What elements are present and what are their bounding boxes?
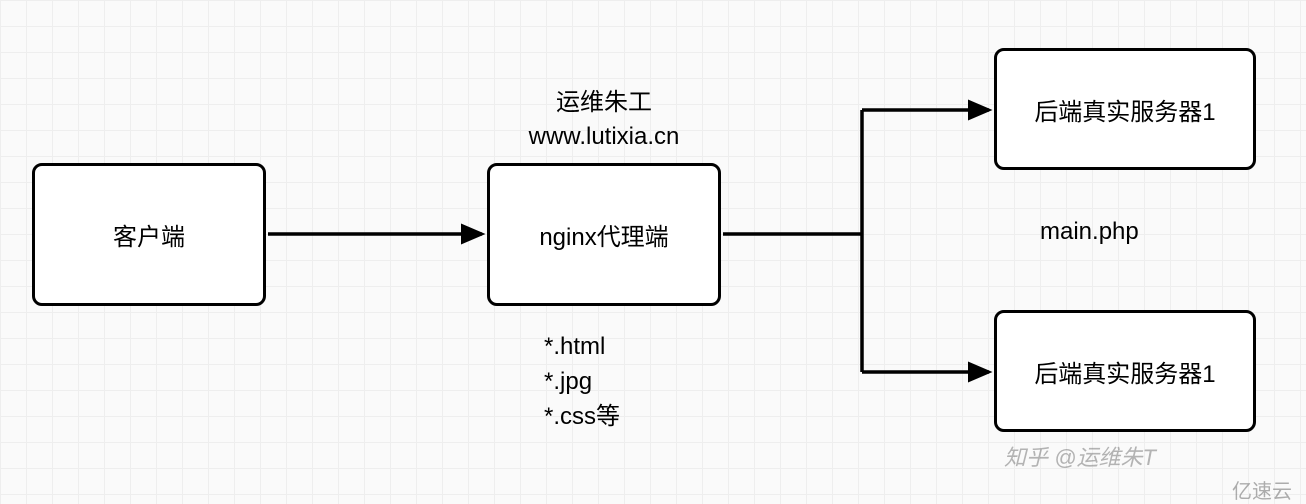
proxy-bottom-label: *.html *.jpg *.css等 bbox=[544, 330, 620, 434]
server2-box-label: 后端真实服务器1 bbox=[1034, 354, 1215, 389]
yisu-watermark: 亿速云 bbox=[1232, 475, 1292, 504]
server2-box: 后端真实服务器1 bbox=[994, 310, 1256, 432]
client-box-label: 客户端 bbox=[113, 217, 185, 252]
between-servers-label: main.php bbox=[1040, 218, 1139, 246]
server1-box: 后端真实服务器1 bbox=[994, 48, 1256, 170]
server1-box-label: 后端真实服务器1 bbox=[1034, 92, 1215, 127]
proxy-box-label: nginx代理端 bbox=[539, 217, 668, 252]
proxy-top-label: 运维朱工 www.lutixia.cn bbox=[487, 86, 721, 153]
zhihu-watermark: 知乎 @运维朱T bbox=[1004, 440, 1156, 472]
proxy-box: nginx代理端 bbox=[487, 163, 721, 306]
client-box: 客户端 bbox=[32, 163, 266, 306]
